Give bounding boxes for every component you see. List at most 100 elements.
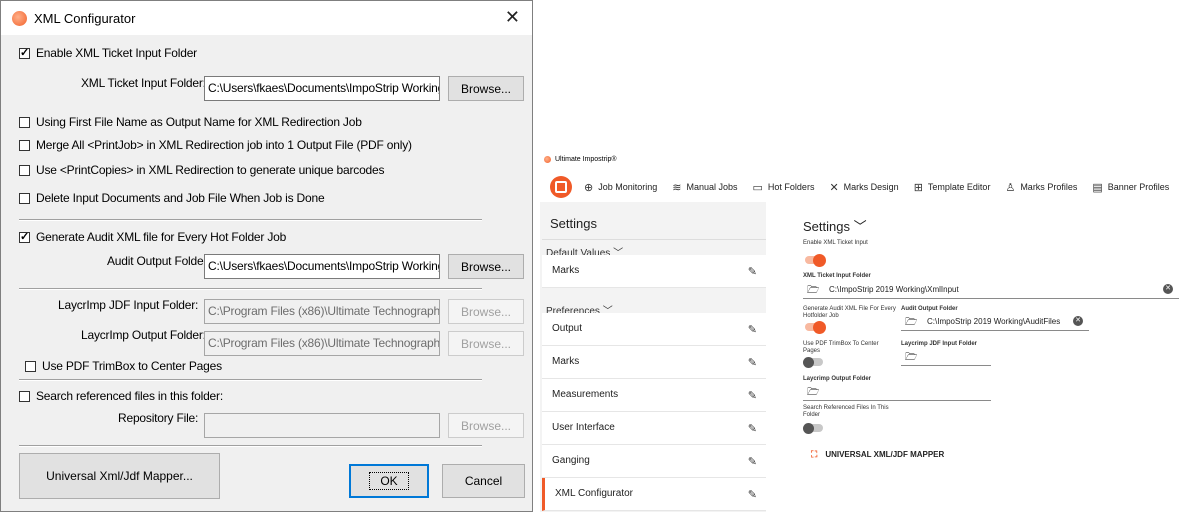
audit-toggle[interactable] (805, 320, 826, 334)
nav-job-monitoring[interactable]: ⊕ Job Monitoring (584, 181, 657, 194)
repository-browse-button[interactable]: Browse... (448, 413, 524, 438)
logo-icon[interactable] (550, 176, 572, 198)
sidebar-item-xml-configurator[interactable]: XML Configurator ✎ (542, 478, 766, 511)
xml-configurator-dialog: XML Configurator ✕ ✓ Enable XML Ticket I… (0, 0, 533, 512)
chevron-down-icon: ﹀ (853, 219, 867, 234)
sidebar-title: Settings (550, 216, 597, 231)
top-navigation: ⊕ Job Monitoring ≋ Manual Jobs ▭ Hot Folder… (550, 174, 1192, 200)
mapper-label: UNIVERSAL XML/JDF MAPPER (825, 450, 945, 459)
clear-icon[interactable]: ✕ (1073, 316, 1083, 326)
ok-button[interactable]: OK (349, 464, 429, 498)
ticket-folder-field[interactable]: C:\Users\fkaes\Documents\ImpoStrip Worki… (204, 76, 440, 101)
sidebar-item-label: XML Configurator (555, 488, 633, 499)
mapper-button[interactable]: Universal Xml/Jdf Mapper... (19, 453, 220, 499)
cancel-button[interactable]: Cancel (442, 464, 525, 498)
nav-marks-design[interactable]: ✕ Marks Design (829, 181, 898, 194)
jdf-input-field[interactable]: C:\Program Files (x86)\Ultimate Technogr… (204, 299, 440, 324)
pencil-icon[interactable]: ✎ (748, 356, 757, 369)
app-titlebar: Ultimate Impostrip® (544, 156, 617, 163)
ticket-folder-label: XML Ticket Input Folder (803, 273, 871, 279)
audit-checkbox[interactable]: ✓ (19, 232, 30, 243)
pencil-icon[interactable]: ✎ (748, 488, 757, 501)
folder-open-icon[interactable]: 🗁 (905, 315, 917, 332)
clear-icon[interactable]: ✕ (1163, 284, 1173, 294)
audit-folder-value: C:\ImpoStrip 2019 Working\AuditFiles (927, 317, 1061, 326)
search-toggle[interactable] (803, 422, 823, 434)
close-icon[interactable]: ✕ (505, 7, 520, 27)
sidebar-item-user-interface[interactable]: User Interface ✎ (542, 412, 766, 445)
audit-folder-label: Audit Output Folder: (107, 254, 211, 268)
folder-open-icon[interactable]: 🗁 (807, 283, 819, 300)
ok-label: OK (369, 472, 409, 490)
first-file-label: Using First File Name as Output Name for… (36, 115, 362, 129)
nav-label: Marks Design (843, 182, 899, 192)
pencil-icon[interactable]: ✎ (748, 389, 757, 402)
audit-folder-field[interactable]: C:\Users\fkaes\Documents\ImpoStrip Worki… (204, 254, 440, 279)
sidebar-item-output[interactable]: Output ✎ (542, 313, 766, 346)
jdf-input-label: Laycrimp JDF Input Folder (901, 341, 978, 347)
nav-label: Banner Profiles (1107, 182, 1170, 192)
jdf-input-field[interactable]: 🗁 (901, 348, 991, 366)
first-file-checkbox[interactable] (19, 117, 30, 128)
jdf-output-field[interactable]: 🗁 (803, 383, 991, 401)
trimbox-label: Use PDF TrimBox to Center Pages (42, 359, 222, 373)
trimbox-toggle[interactable] (803, 356, 823, 368)
enable-ticket-toggle[interactable] (805, 253, 826, 267)
delete-label: Delete Input Documents and Job File When… (36, 191, 325, 205)
divider (19, 288, 482, 290)
impostrip-app: Ultimate Impostrip® ⊕ Job Monitoring ≋ Man… (538, 150, 1192, 512)
sidebar-item-marks[interactable]: Marks ✎ (542, 346, 766, 379)
enable-ticket-label: Enable XML Ticket Input Folder (36, 46, 197, 60)
jdf-output-browse-button[interactable]: Browse... (448, 331, 524, 356)
nav-hot-folders[interactable]: ▭ Hot Folders (753, 181, 815, 194)
nav-banner-profiles[interactable]: ▤ Banner Profiles (1092, 181, 1169, 194)
sidebar-item-measurements[interactable]: Measurements ✎ (542, 379, 766, 412)
sidebar-item-default-marks[interactable]: Marks ✎ (542, 255, 766, 288)
trimbox-checkbox[interactable] (25, 361, 36, 372)
sidebar-item-label: Ganging (552, 455, 590, 466)
sidebar-item-ganging[interactable]: Ganging ✎ (542, 445, 766, 478)
audit-folder-label: Audit Output Folder (901, 306, 958, 312)
globe-icon: ⊕ (584, 181, 594, 194)
mapper-link[interactable]: ⛶ UNIVERSAL XML/JDF MAPPER (811, 449, 944, 460)
audit-label: Generate Audit XML File For Every Hotfol… (803, 306, 896, 319)
layers-icon: ≋ (672, 181, 682, 194)
pencil-icon[interactable]: ✎ (748, 265, 757, 278)
ticket-folder-field[interactable]: 🗁 C:\ImpoStrip 2019 Working\XmlInput ✕ (803, 281, 1179, 299)
printcopies-checkbox[interactable] (19, 165, 30, 176)
folder-open-icon[interactable]: 🗁 (807, 385, 819, 402)
pencil-icon[interactable]: ✎ (748, 323, 757, 336)
pencil-icon[interactable]: ✎ (748, 422, 757, 435)
search-checkbox[interactable] (19, 391, 30, 402)
sidebar-item-label: Marks (552, 356, 580, 367)
pencil-icon[interactable]: ✎ (748, 455, 757, 468)
jdf-input-browse-button[interactable]: Browse... (448, 299, 524, 324)
nav-template-editor[interactable]: ⊞ Template Editor (914, 181, 991, 194)
enable-ticket-label: Enable XML Ticket Input (803, 240, 868, 246)
divider (19, 445, 482, 447)
folder-open-icon[interactable]: 🗁 (905, 350, 917, 367)
sidebar-item-label: Marks (552, 265, 580, 276)
banner-icon: ▤ (1092, 181, 1103, 194)
audit-folder-field[interactable]: 🗁 C:\ImpoStrip 2019 Working\AuditFiles ✕ (901, 313, 1089, 331)
content-title[interactable]: Settings ﹀ (803, 216, 867, 235)
ticket-browse-button[interactable]: Browse... (448, 76, 524, 101)
nav-manual-jobs[interactable]: ≋ Manual Jobs (672, 181, 737, 194)
audit-browse-button[interactable]: Browse... (448, 254, 524, 279)
nav-marks-profiles[interactable]: ♙ Marks Profiles (1005, 181, 1077, 194)
search-label: Search referenced files in this folder: (36, 389, 223, 403)
mapper-icon: ⛶ (811, 449, 818, 459)
app-icon (544, 156, 551, 163)
title-text: Settings (803, 219, 850, 234)
marks-icon: ✕ (829, 181, 839, 194)
dialog-title: XML Configurator (34, 10, 136, 26)
merge-checkbox[interactable] (19, 140, 30, 151)
repository-field[interactable] (204, 413, 440, 438)
nav-label: Template Editor (927, 182, 991, 192)
trimbox-label: Use PDF TrimBox To Center Pages (803, 341, 879, 354)
app-icon (12, 10, 27, 26)
delete-checkbox[interactable] (19, 193, 30, 204)
sidebar-item-label: Measurements (552, 389, 619, 400)
jdf-output-field[interactable]: C:\Program Files (x86)\Ultimate Technogr… (204, 331, 440, 356)
enable-ticket-checkbox[interactable]: ✓ (19, 48, 30, 59)
